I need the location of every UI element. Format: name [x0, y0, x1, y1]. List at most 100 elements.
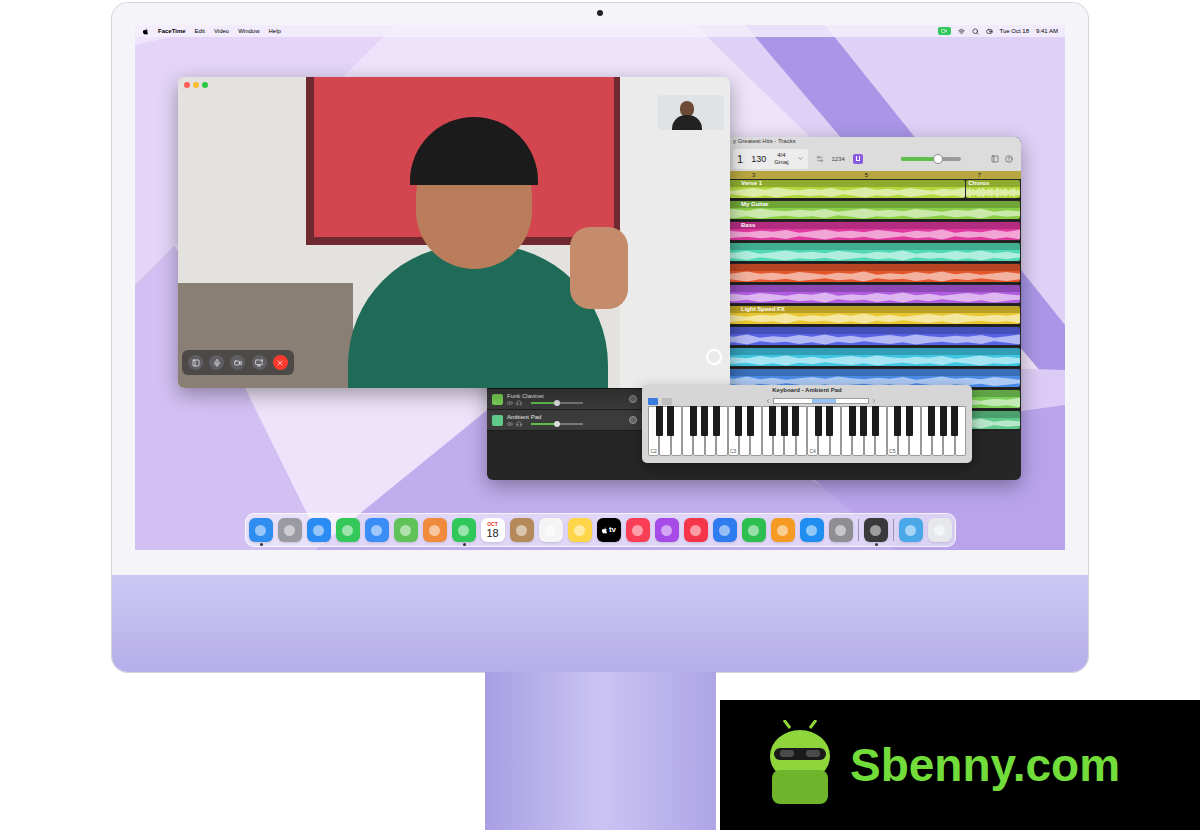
master-volume-knob[interactable] [933, 154, 943, 164]
app-icon[interactable] [394, 518, 418, 542]
pan-knob[interactable] [629, 416, 637, 424]
zoom-button[interactable] [202, 82, 208, 88]
dock-item[interactable] [829, 518, 853, 542]
dock-item[interactable] [336, 518, 360, 542]
app-icon[interactable] [742, 518, 766, 542]
app-icon[interactable] [713, 518, 737, 542]
call-control-button[interactable] [230, 355, 245, 370]
dock-item[interactable] [568, 518, 592, 542]
app-icon[interactable] [655, 518, 679, 542]
app-icon[interactable] [800, 518, 824, 542]
black-key[interactable] [656, 406, 663, 436]
dock-item[interactable]: OCT18 [481, 518, 505, 542]
black-key[interactable] [747, 406, 754, 436]
app-icon[interactable] [336, 518, 360, 542]
black-key[interactable] [667, 406, 674, 436]
app-icon[interactable] [864, 518, 888, 542]
dock-item[interactable] [249, 518, 273, 542]
call-control-button[interactable] [209, 355, 224, 370]
call-control-button[interactable] [188, 355, 203, 370]
typing-mode-button[interactable] [662, 398, 672, 405]
search-icon[interactable] [972, 28, 979, 35]
track-volume-knob[interactable] [554, 421, 560, 427]
mute-icon[interactable] [507, 400, 513, 406]
black-key[interactable] [940, 406, 947, 436]
black-key[interactable] [928, 406, 935, 436]
menu-item[interactable]: Video [214, 27, 229, 35]
track-header[interactable]: Funk Clavinet [487, 389, 642, 409]
keyboard-window[interactable]: Keyboard - Ambient PadC2C3C4C5 [642, 385, 972, 463]
app-icon[interactable] [568, 518, 592, 542]
facetime-window[interactable] [178, 77, 730, 388]
app-icon[interactable] [829, 518, 853, 542]
dock-item[interactable] [899, 518, 923, 542]
black-key[interactable] [781, 406, 788, 436]
dock-item[interactable] [742, 518, 766, 542]
black-key[interactable] [735, 406, 742, 436]
dock-item[interactable]: tv [597, 518, 621, 542]
dock-item[interactable] [655, 518, 679, 542]
menu-item[interactable]: Window [238, 27, 259, 35]
call-control-button[interactable] [273, 355, 288, 370]
solo-icon[interactable] [516, 400, 522, 406]
app-icon[interactable] [899, 518, 923, 542]
octave-down-icon[interactable] [765, 398, 771, 404]
app-icon[interactable] [626, 518, 650, 542]
app-icon[interactable] [771, 518, 795, 542]
library-icon[interactable] [991, 155, 999, 163]
dock-item[interactable] [423, 518, 447, 542]
keyboard-mode-button[interactable] [648, 398, 658, 405]
control-center-icon[interactable] [986, 28, 993, 35]
app-icon[interactable] [510, 518, 534, 542]
range-strip[interactable] [773, 398, 869, 404]
lcd-dropdown-icon[interactable] [797, 155, 804, 162]
menu-time[interactable]: 9:41 AM [1036, 27, 1058, 35]
black-key[interactable] [690, 406, 697, 436]
app-icon[interactable] [249, 518, 273, 542]
tuner-icon[interactable] [816, 155, 824, 163]
dock-item[interactable] [365, 518, 389, 542]
dock-item[interactable] [928, 518, 952, 542]
help-icon[interactable] [1005, 155, 1013, 163]
app-icon[interactable] [539, 518, 563, 542]
black-key[interactable] [815, 406, 822, 436]
dock-item[interactable] [278, 518, 302, 542]
black-key[interactable] [860, 406, 867, 436]
calendar-icon[interactable]: OCT18 [481, 518, 505, 542]
dock-item[interactable] [510, 518, 534, 542]
wifi-icon[interactable] [958, 28, 965, 35]
minimize-button[interactable] [193, 82, 199, 88]
app-icon[interactable] [278, 518, 302, 542]
black-key[interactable] [894, 406, 901, 436]
solo-icon[interactable] [516, 421, 522, 427]
shutter-button[interactable] [706, 349, 722, 365]
track-volume-slider[interactable] [531, 402, 583, 404]
dock-item[interactable] [713, 518, 737, 542]
menu-item[interactable]: Edit [195, 27, 205, 35]
track-header[interactable]: Ambient Pad [487, 410, 642, 430]
dock-item[interactable] [684, 518, 708, 542]
count-in[interactable]: 1234 [832, 155, 845, 163]
octave-up-icon[interactable] [871, 398, 877, 404]
black-key[interactable] [906, 406, 913, 436]
pan-knob[interactable] [629, 395, 637, 403]
dock-item[interactable] [771, 518, 795, 542]
close-button[interactable] [184, 82, 190, 88]
app-icon[interactable] [928, 518, 952, 542]
track-volume-slider[interactable] [531, 423, 583, 425]
app-menu[interactable]: FaceTime [158, 27, 186, 35]
dock-item[interactable] [626, 518, 650, 542]
menu-item[interactable]: Help [269, 27, 281, 35]
black-key[interactable] [701, 406, 708, 436]
tv-icon[interactable]: tv [597, 518, 621, 542]
app-icon[interactable] [423, 518, 447, 542]
dock-item[interactable] [307, 518, 331, 542]
dock-item[interactable] [452, 518, 476, 542]
dock-item[interactable] [800, 518, 824, 542]
black-key[interactable] [872, 406, 879, 436]
camera-indicator[interactable] [938, 27, 951, 35]
black-key[interactable] [769, 406, 776, 436]
app-icon[interactable] [684, 518, 708, 542]
dock-item[interactable] [394, 518, 418, 542]
metronome-button[interactable] [853, 154, 863, 164]
